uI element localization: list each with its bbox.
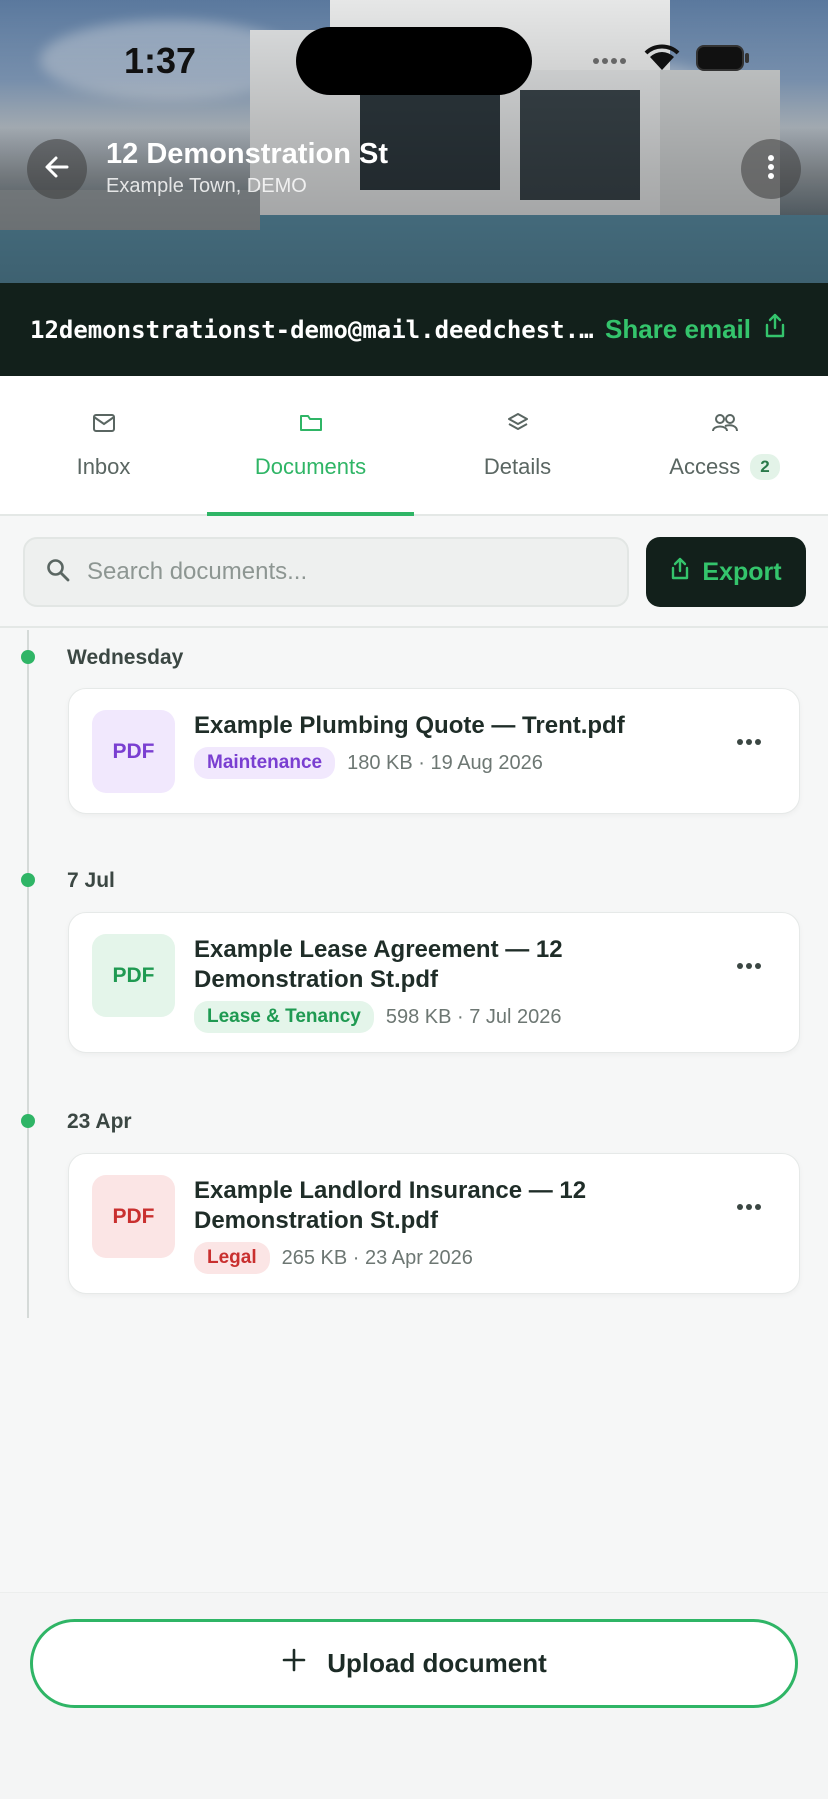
- document-meta: Lease & Tenancy 598 KB · 7 Jul 2026: [194, 1001, 562, 1033]
- tab-inbox[interactable]: Inbox: [0, 376, 207, 514]
- property-email-bar: 12demonstrationst-demo@mail.deedchest.co…: [0, 283, 828, 376]
- tab-details-label: Details: [483, 454, 552, 479]
- upload-document-label: Upload document: [327, 1648, 547, 1678]
- pdf-file-icon: PDF: [92, 1175, 175, 1258]
- document-more-button[interactable]: [729, 727, 769, 757]
- search-box: [23, 537, 629, 607]
- property-email-address[interactable]: 12demonstrationst-demo@mail.deedchest.co…: [30, 316, 605, 344]
- document-date: 19 Aug 2026: [430, 751, 543, 774]
- document-date: 23 Apr 2026: [365, 1246, 473, 1269]
- document-card[interactable]: PDF Example Plumbing Quote — Trent.pdf M…: [68, 688, 800, 814]
- property-tabs: Inbox Documents Details Access 2: [0, 376, 828, 516]
- document-more-button[interactable]: [729, 1192, 769, 1222]
- arrow-left-icon: [43, 153, 71, 186]
- back-button[interactable]: [27, 139, 87, 199]
- users-icon: [711, 410, 739, 436]
- more-horizontal-icon: [736, 733, 762, 751]
- document-meta: Legal 265 KB · 23 Apr 2026: [194, 1242, 473, 1274]
- bottom-action-bar: Upload document: [0, 1592, 828, 1799]
- pdf-file-icon: PDF: [92, 934, 175, 1017]
- export-label: Export: [702, 557, 782, 586]
- document-more-button[interactable]: [729, 951, 769, 981]
- mail-icon: [92, 410, 116, 436]
- dynamic-island: [296, 27, 532, 95]
- category-tag: Lease & Tenancy: [194, 1001, 374, 1033]
- tab-inbox-label: Inbox: [76, 454, 131, 479]
- document-title: Example Landlord Insurance — 12 Demonstr…: [194, 1177, 587, 1234]
- more-horizontal-icon: [736, 957, 762, 975]
- tab-documents-label: Documents: [254, 454, 367, 479]
- category-tag: Maintenance: [194, 747, 336, 779]
- document-title: Example Plumbing Quote — Trent.pdf: [194, 712, 625, 739]
- tab-access-label: Access: [669, 454, 741, 479]
- group-label: 7 Jul: [67, 869, 115, 892]
- property-subtitle: Example Town, DEMO: [106, 175, 307, 197]
- group-label: 23 Apr: [67, 1110, 132, 1133]
- document-meta: Maintenance 180 KB · 19 Aug 2026: [194, 747, 543, 779]
- upload-document-button[interactable]: Upload document: [30, 1619, 798, 1708]
- wifi-icon: [644, 44, 680, 77]
- group-label: Wednesday: [67, 646, 184, 669]
- document-date: 7 Jul 2026: [469, 1005, 562, 1028]
- search-documents-input[interactable]: [87, 558, 567, 586]
- more-vertical-icon: [767, 154, 775, 185]
- status-icons: [592, 44, 750, 77]
- property-title: 12 Demonstration St: [106, 138, 388, 170]
- timeline-dot: [21, 873, 35, 887]
- share-email-label: Share email: [605, 314, 751, 344]
- category-tag: Legal: [194, 1242, 270, 1274]
- share-icon: [763, 313, 787, 346]
- export-button[interactable]: Export: [646, 537, 806, 607]
- more-options-button[interactable]: [741, 139, 801, 199]
- document-size: 180 KB: [347, 751, 413, 774]
- timeline-dot: [21, 1114, 35, 1128]
- tab-access[interactable]: Access 2: [621, 376, 828, 514]
- timeline-dot: [21, 650, 35, 664]
- signal-icon: [592, 51, 628, 70]
- tab-documents[interactable]: Documents: [207, 376, 414, 516]
- pdf-file-icon: PDF: [92, 710, 175, 793]
- document-card[interactable]: PDF Example Lease Agreement — 12 Demonst…: [68, 912, 800, 1053]
- tab-details[interactable]: Details: [414, 376, 621, 514]
- status-time: 1:37: [124, 40, 197, 81]
- plus-icon: [281, 1647, 307, 1680]
- battery-icon: [696, 45, 750, 76]
- meta-separator: ·: [352, 1246, 360, 1269]
- meta-separator: ·: [457, 1005, 464, 1028]
- document-title: Example Lease Agreement — 12 Demonstrati…: [194, 936, 563, 993]
- search-toolbar: Export: [0, 518, 828, 628]
- access-count-badge: 2: [750, 454, 780, 480]
- more-horizontal-icon: [736, 1198, 762, 1216]
- search-icon: [45, 557, 71, 588]
- timeline-line: [27, 630, 29, 1318]
- folder-icon: [299, 410, 323, 436]
- export-share-icon: [670, 557, 690, 588]
- meta-separator: ·: [418, 751, 425, 774]
- document-size: 265 KB: [281, 1246, 348, 1269]
- document-size: 598 KB: [385, 1005, 452, 1028]
- layers-icon: [506, 410, 530, 436]
- share-email-button[interactable]: Share email: [605, 313, 787, 346]
- document-card[interactable]: PDF Example Landlord Insurance — 12 Demo…: [68, 1153, 800, 1294]
